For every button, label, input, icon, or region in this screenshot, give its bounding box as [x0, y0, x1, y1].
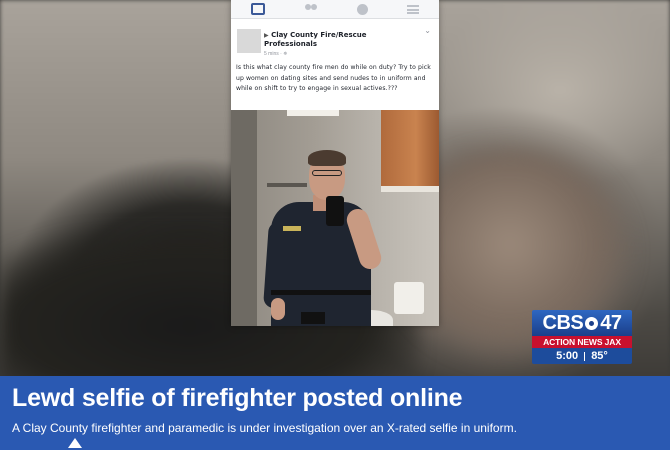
logo-divider	[584, 351, 586, 361]
photo-toilet-tank	[394, 282, 424, 314]
station-logo: CBS 47 ACTION NEWS JAX 5:00 85°	[532, 310, 632, 364]
post-author-name: Clay County Fire/Rescue Professionals	[264, 31, 367, 48]
avatar	[237, 29, 261, 53]
photo-cabinet-edge	[381, 186, 439, 192]
photo-belt	[271, 290, 371, 295]
logo-network: CBS	[542, 311, 584, 334]
friends-icon	[304, 3, 318, 15]
photo-name-badge	[283, 226, 301, 231]
post-text: Is this what clay county fire men do whi…	[236, 64, 431, 93]
lower-third-banner: Lewd selfie of firefighter posted online…	[0, 376, 670, 450]
cbs-eye-icon	[585, 316, 599, 330]
censor-box	[301, 312, 325, 324]
logo-brand: ACTION NEWS JAX	[532, 336, 632, 348]
post-author: ▶ Clay County Fire/Rescue Professionals	[264, 31, 414, 49]
photo-ceiling-light	[287, 110, 339, 116]
home-icon	[250, 3, 265, 15]
logo-network-row: CBS 47	[532, 310, 632, 336]
photo-left-hand	[271, 298, 285, 320]
globe-icon	[357, 3, 369, 15]
chevron-down-icon: ⌄	[424, 26, 431, 35]
facebook-nav-bar	[231, 0, 439, 19]
post-timestamp: 5 mins · ✵	[264, 51, 288, 57]
photo-phone	[326, 196, 344, 226]
pointer-triangle-icon	[68, 438, 82, 448]
photo-glasses	[312, 170, 342, 176]
photo-hair	[308, 150, 346, 166]
logo-temperature: 85°	[591, 350, 608, 362]
headline: Lewd selfie of firefighter posted online	[12, 384, 463, 412]
photo-cabinet	[381, 110, 439, 188]
selfie-photo	[231, 110, 439, 326]
subheadline: A Clay County firefighter and paramedic …	[12, 421, 517, 435]
logo-time: 5:00	[556, 350, 579, 362]
logo-time-temp-row: 5:00 85°	[532, 348, 632, 364]
logo-channel: 47	[600, 311, 622, 334]
photo-doorframe	[231, 110, 257, 326]
menu-icon	[407, 4, 420, 14]
phone-screenshot: ▶ Clay County Fire/Rescue Professionals …	[231, 0, 439, 326]
share-arrow-icon: ▶	[264, 32, 269, 39]
photo-shelf	[267, 183, 307, 187]
